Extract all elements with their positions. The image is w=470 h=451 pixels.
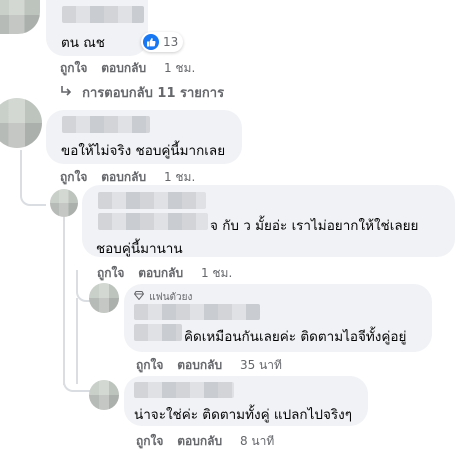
commenter-name-blurred[interactable] [134, 304, 260, 320]
comment-text-line2: ชอบคู่นี้มานาน [96, 241, 183, 257]
commenter-name-blurred[interactable] [62, 6, 144, 23]
reply-button[interactable]: ตอบกลับ [177, 358, 222, 372]
comment-timestamp[interactable]: 1 ชม. [201, 266, 232, 280]
comment-text: ตน ณช [61, 35, 105, 51]
avatar[interactable] [0, 0, 40, 34]
thread-line [76, 298, 78, 384]
reply-button[interactable]: ตอบกลับ [138, 266, 183, 280]
top-fan-badge: แฟนตัวยง [133, 290, 193, 305]
avatar[interactable] [0, 98, 42, 148]
commenter-name-blurred[interactable] [62, 116, 150, 133]
comment-actions: ถูกใจ ตอบกลับ 8 นาที [136, 432, 274, 451]
avatar[interactable] [89, 380, 119, 410]
like-button[interactable]: ถูกใจ [136, 358, 163, 372]
comment-timestamp[interactable]: 1 ชม. [164, 61, 195, 75]
like-button[interactable]: ถูกใจ [97, 266, 124, 280]
avatar[interactable] [89, 283, 119, 313]
commenter-name-blurred[interactable] [134, 382, 234, 398]
comment-actions: ถูกใจ ตอบกลับ 35 นาที [136, 356, 282, 375]
top-fan-label: แฟนตัวยง [149, 292, 193, 303]
comment-text: ขอให้ไม่จริง ชอบคู่นี้มากเลย [61, 143, 226, 159]
reply-arrow-icon [60, 85, 74, 101]
mention-blurred[interactable] [134, 324, 182, 341]
like-button[interactable]: ถูกใจ [136, 434, 163, 448]
comment-timestamp[interactable]: 35 นาที [240, 358, 282, 372]
reply-button[interactable]: ตอบกลับ [101, 61, 146, 75]
diamond-icon [133, 291, 147, 303]
reply-button[interactable]: ตอบกลับ [101, 170, 146, 184]
thread-line [63, 217, 65, 385]
comment-actions: ถูกใจ ตอบกลับ 1 ชม. [97, 264, 232, 283]
mention-blurred[interactable] [98, 213, 208, 230]
like-button[interactable]: ถูกใจ [60, 170, 87, 184]
reaction-badge[interactable]: 13 [141, 32, 184, 52]
reaction-count: 13 [163, 35, 179, 49]
reply-button[interactable]: ตอบกลับ [177, 434, 222, 448]
thread-connector [20, 150, 46, 206]
like-icon [143, 34, 159, 50]
like-button[interactable]: ถูกใจ [60, 61, 87, 75]
comment-actions: ถูกใจ ตอบกลับ 1 ชม. [60, 59, 195, 78]
commenter-name-blurred[interactable] [98, 192, 206, 209]
view-replies-label: การตอบกลับ 11 รายการ [82, 86, 225, 101]
comment-text: คิดเหมือนกันเลยค่ะ ติดตามไอจีทั้งคู่อยู่ [184, 329, 407, 345]
comment-timestamp[interactable]: 8 นาที [240, 434, 274, 448]
thread-connector [76, 270, 90, 302]
view-replies-link[interactable]: การตอบกลับ 11 รายการ [60, 82, 224, 103]
comment-text: น่าจะใช่ค่ะ ติดตามทั้งคู่ แปลกไปจริงๆ [134, 407, 352, 423]
avatar[interactable] [50, 189, 78, 217]
comment-timestamp[interactable]: 1 ชม. [164, 170, 195, 184]
comment-text: จ กับ ว มั้ยอ่ะ เราไม่อยากให้ใช่เลยย [210, 218, 419, 234]
